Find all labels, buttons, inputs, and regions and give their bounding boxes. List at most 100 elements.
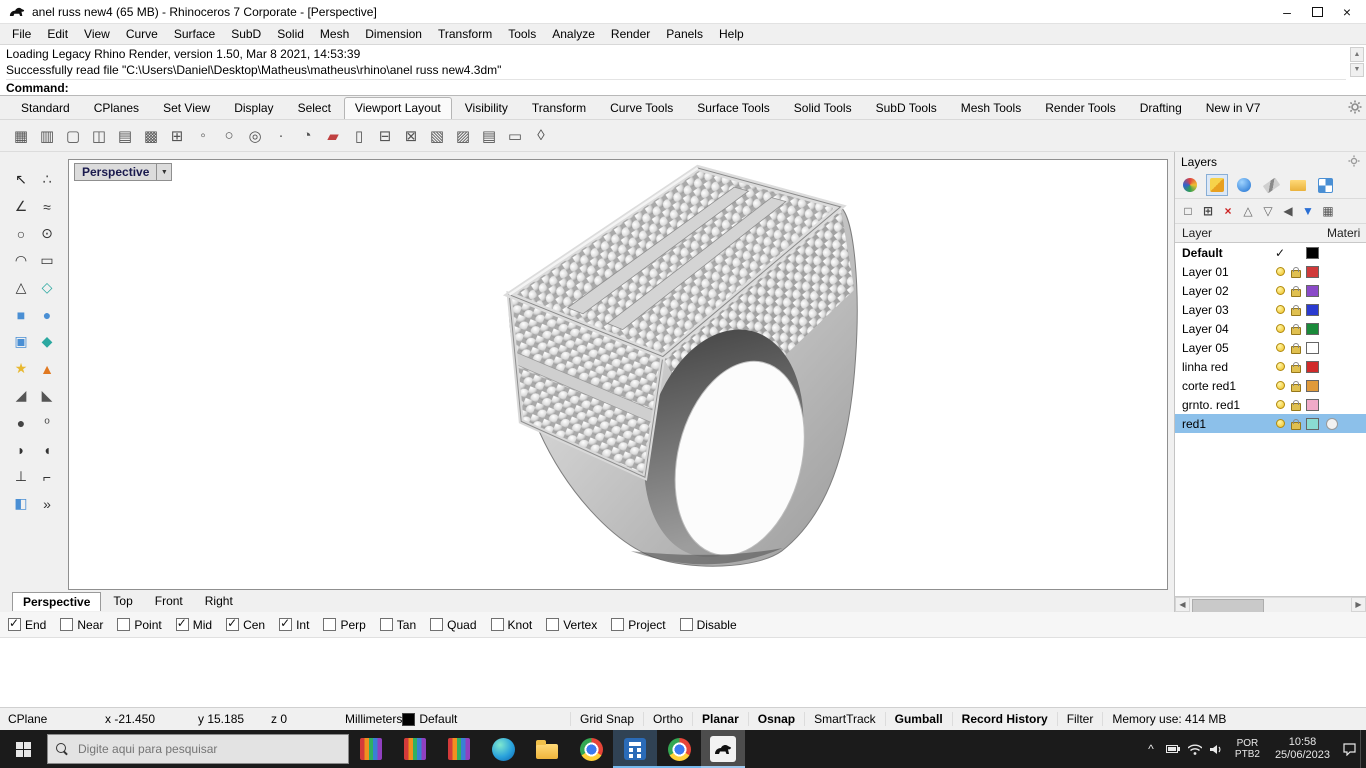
- menu-item[interactable]: SubD: [223, 25, 269, 43]
- display-icon[interactable]: [1233, 174, 1255, 196]
- layer-visibility-bulb-icon[interactable]: [1275, 286, 1285, 295]
- osnap-checkbox[interactable]: [323, 618, 337, 631]
- osnap-option[interactable]: Knot: [490, 618, 532, 632]
- table-icon[interactable]: ⊠: [398, 124, 424, 148]
- properties-icon[interactable]: [1179, 174, 1201, 196]
- taskbar-clock[interactable]: 10:58 25/06/2023: [1267, 736, 1338, 762]
- layer-visibility-bulb-icon[interactable]: [1275, 381, 1285, 390]
- toolbar-options-gear-icon[interactable]: [1348, 100, 1362, 117]
- layer-lock-icon[interactable]: [1291, 323, 1301, 335]
- viewport-tab[interactable]: Front: [145, 592, 193, 610]
- layer-color-swatch[interactable]: [1306, 246, 1319, 259]
- osnap-checkbox[interactable]: [679, 618, 693, 631]
- curve-tools-icon[interactable]: ◇: [34, 274, 60, 301]
- calculator-app-icon[interactable]: [613, 730, 657, 768]
- taskbar-search[interactable]: [47, 734, 349, 764]
- osnap-option[interactable]: Disable: [679, 618, 737, 632]
- osnap-option[interactable]: Point: [117, 618, 162, 632]
- layer-color-swatch[interactable]: [1306, 322, 1319, 335]
- page-layout-icon[interactable]: ▯: [346, 124, 372, 148]
- osnap-checkbox[interactable]: [279, 616, 293, 631]
- osnap-checkbox[interactable]: [379, 618, 393, 631]
- viewport-menu-chevron-icon[interactable]: ▼: [157, 163, 173, 181]
- status-toggle[interactable]: SmartTrack: [804, 712, 885, 726]
- wifi-icon[interactable]: [1184, 730, 1206, 768]
- menu-item[interactable]: Surface: [166, 25, 223, 43]
- volume-icon[interactable]: [1206, 730, 1228, 768]
- menu-item[interactable]: Mesh: [312, 25, 357, 43]
- layer-lock-icon[interactable]: [1291, 342, 1301, 354]
- trim-icon[interactable]: ◢: [8, 382, 34, 409]
- menu-item[interactable]: Dimension: [357, 25, 430, 43]
- frame-icon[interactable]: ▭: [502, 124, 528, 148]
- status-segment[interactable]: x -21.450: [105, 712, 198, 726]
- menu-item[interactable]: Transform: [430, 25, 500, 43]
- fillet-icon[interactable]: ▲: [34, 355, 60, 382]
- layer-row[interactable]: Default: [1175, 243, 1366, 262]
- osnap-checkbox[interactable]: [175, 616, 189, 631]
- scroll-down-icon[interactable]: ▼: [1350, 62, 1364, 77]
- layer-color-swatch[interactable]: [1306, 379, 1319, 392]
- status-toggle[interactable]: Ortho: [643, 712, 692, 726]
- move-down-icon[interactable]: ▽: [1259, 202, 1277, 220]
- status-toggle[interactable]: Memory use: 414 MB: [1102, 712, 1235, 726]
- layer-lock-icon[interactable]: [1291, 266, 1301, 278]
- toolbar-tab[interactable]: Select: [287, 97, 342, 119]
- viewport-grid-icon[interactable]: ▩: [138, 124, 164, 148]
- curve-boolean-icon[interactable]: ◗: [8, 436, 34, 463]
- osnap-checkbox[interactable]: [117, 618, 131, 631]
- surface-icon[interactable]: ■: [8, 301, 34, 328]
- chrome-browser-icon[interactable]: [657, 730, 701, 768]
- menu-item[interactable]: Analyze: [544, 25, 603, 43]
- color-palette-app-icon[interactable]: [349, 730, 393, 768]
- restore-button[interactable]: [1302, 2, 1332, 22]
- rectangle-icon[interactable]: ▭: [34, 247, 60, 274]
- explode-icon[interactable]: ★: [8, 355, 34, 382]
- layer-color-swatch[interactable]: [1306, 284, 1319, 297]
- toolbar-tab[interactable]: Visibility: [454, 97, 519, 119]
- single-viewport-icon[interactable]: ▢: [60, 124, 86, 148]
- four-viewports-icon[interactable]: ▦: [8, 124, 34, 148]
- cplane-icon[interactable]: ⊥: [8, 463, 34, 490]
- osnap-checkbox[interactable]: [611, 618, 625, 631]
- dot-icon[interactable]: ·: [268, 124, 294, 148]
- menu-item[interactable]: File: [4, 25, 39, 43]
- status-segment[interactable]: z 0: [271, 712, 345, 726]
- osnap-checkbox[interactable]: [430, 618, 444, 631]
- hatch-icon[interactable]: ▧: [424, 124, 450, 148]
- split-icon[interactable]: ◣: [34, 382, 60, 409]
- toolbar-tab[interactable]: SubD Tools: [865, 97, 948, 119]
- layers-tab-icon[interactable]: [1206, 174, 1228, 196]
- layer-lock-icon[interactable]: [1291, 418, 1301, 430]
- osnap-option[interactable]: Vertex: [546, 618, 597, 632]
- layer-row[interactable]: grnto. red1: [1175, 395, 1366, 414]
- toolbar-tab[interactable]: Drafting: [1129, 97, 1193, 119]
- viewport-tab[interactable]: Perspective: [12, 591, 102, 611]
- minimize-button[interactable]: –: [1272, 2, 1302, 22]
- menu-item[interactable]: Panels: [658, 25, 711, 43]
- close-button[interactable]: ×: [1332, 2, 1362, 22]
- move-icon[interactable]: ⌐: [34, 463, 60, 490]
- status-toggle[interactable]: Record History: [951, 712, 1057, 726]
- command-scrollbar[interactable]: ▲ ▼: [1350, 47, 1364, 77]
- scroll-left-icon[interactable]: ◀: [1175, 597, 1190, 612]
- layer-color-swatch[interactable]: [1306, 341, 1319, 354]
- osnap-option[interactable]: Cen: [226, 616, 265, 632]
- polygon-icon[interactable]: △: [8, 274, 34, 301]
- ring-3d-model[interactable]: [69, 160, 1167, 589]
- layer-tools-icon[interactable]: ▦: [1319, 202, 1337, 220]
- layer-material-swatch[interactable]: [1326, 417, 1338, 430]
- file-explorer-icon[interactable]: [525, 730, 569, 768]
- status-toggle[interactable]: Gumball: [884, 712, 952, 726]
- layer-visibility-bulb-icon[interactable]: [1275, 324, 1285, 333]
- split-viewport-icon[interactable]: ◫: [86, 124, 112, 148]
- layer-color-swatch[interactable]: [1306, 303, 1319, 316]
- osnap-circle-icon[interactable]: ◎: [242, 124, 268, 148]
- osnap-option[interactable]: Project: [611, 618, 666, 632]
- osnap-option[interactable]: Int: [279, 616, 309, 632]
- osnap-checkbox[interactable]: [226, 616, 240, 631]
- osnap-checkbox[interactable]: [60, 618, 74, 631]
- toolbar-tab[interactable]: Display: [223, 97, 284, 119]
- viewport-layout-icon[interactable]: ▥: [34, 124, 60, 148]
- polyline-icon[interactable]: ∠: [8, 193, 34, 220]
